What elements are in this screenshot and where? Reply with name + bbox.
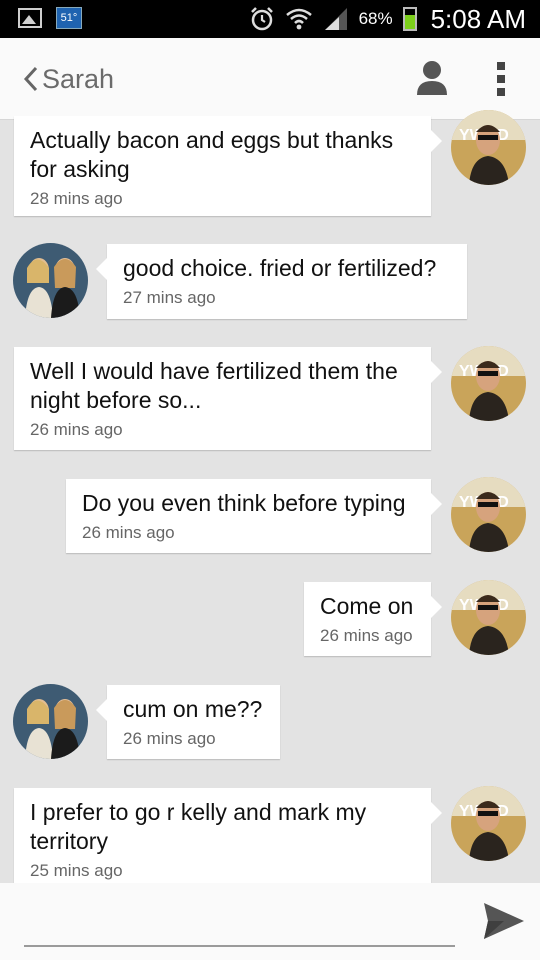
message-bubble[interactable]: Come on 26 mins ago [304, 582, 442, 656]
message-bubble[interactable]: Actually bacon and eggs but thanks for a… [14, 116, 442, 216]
battery-percent: 68% [358, 9, 393, 28]
message-text: cum on me?? [123, 696, 263, 722]
message-time: 28 mins ago [30, 189, 123, 208]
message-text: Actually bacon and eggs but thanks for a… [30, 127, 394, 182]
message-time: 26 mins ago [123, 729, 216, 748]
alarm-icon [250, 7, 273, 31]
message-bubble[interactable]: Do you even think before typing 26 mins … [66, 479, 442, 553]
message-time: 25 mins ago [30, 861, 123, 880]
message-time: 26 mins ago [82, 523, 175, 542]
sarah-avatar[interactable] [13, 684, 88, 759]
message-text: I prefer to go r kelly and mark my terri… [30, 799, 367, 854]
clock: 5:08 AM [430, 3, 526, 34]
message-time: 26 mins ago [320, 626, 413, 645]
image-icon [18, 8, 42, 28]
signal-icon [324, 8, 347, 30]
my-avatar[interactable]: YWOD [451, 786, 526, 861]
message-text: Well I would have fertilized them the ni… [30, 358, 398, 413]
compose-bar [0, 883, 540, 960]
message-time: 26 mins ago [30, 420, 123, 439]
my-avatar[interactable]: YWOD [451, 346, 526, 421]
weather-icon: 51° [56, 7, 82, 29]
my-avatar[interactable]: YWOD [451, 110, 526, 185]
battery-icon [402, 7, 417, 31]
message-bubble[interactable]: cum on me?? 26 mins ago [96, 685, 280, 759]
overflow-menu-icon[interactable] [497, 62, 505, 96]
conversation-header: Sarah [0, 38, 540, 120]
contact-person-icon[interactable] [416, 60, 448, 96]
message-text: Come on [320, 593, 414, 619]
status-bar: 51° 68% 5:08 AM [0, 0, 540, 38]
send-icon[interactable] [482, 901, 526, 941]
message-time: 27 mins ago [123, 288, 216, 307]
message-bubble[interactable]: I prefer to go r kelly and mark my terri… [14, 788, 442, 888]
message-bubble[interactable]: good choice. fried or fertilized? 27 min… [96, 244, 467, 319]
my-avatar[interactable]: YWOD [451, 580, 526, 655]
contact-name[interactable]: Sarah [42, 64, 114, 95]
my-avatar[interactable]: YWOD [451, 477, 526, 552]
message-input[interactable] [24, 895, 455, 947]
message-text: good choice. fried or fertilized? [123, 255, 437, 281]
message-text: Do you even think before typing [82, 490, 406, 516]
wifi-icon [285, 8, 312, 30]
sarah-avatar[interactable] [13, 243, 88, 318]
message-bubble[interactable]: Well I would have fertilized them the ni… [14, 347, 442, 450]
